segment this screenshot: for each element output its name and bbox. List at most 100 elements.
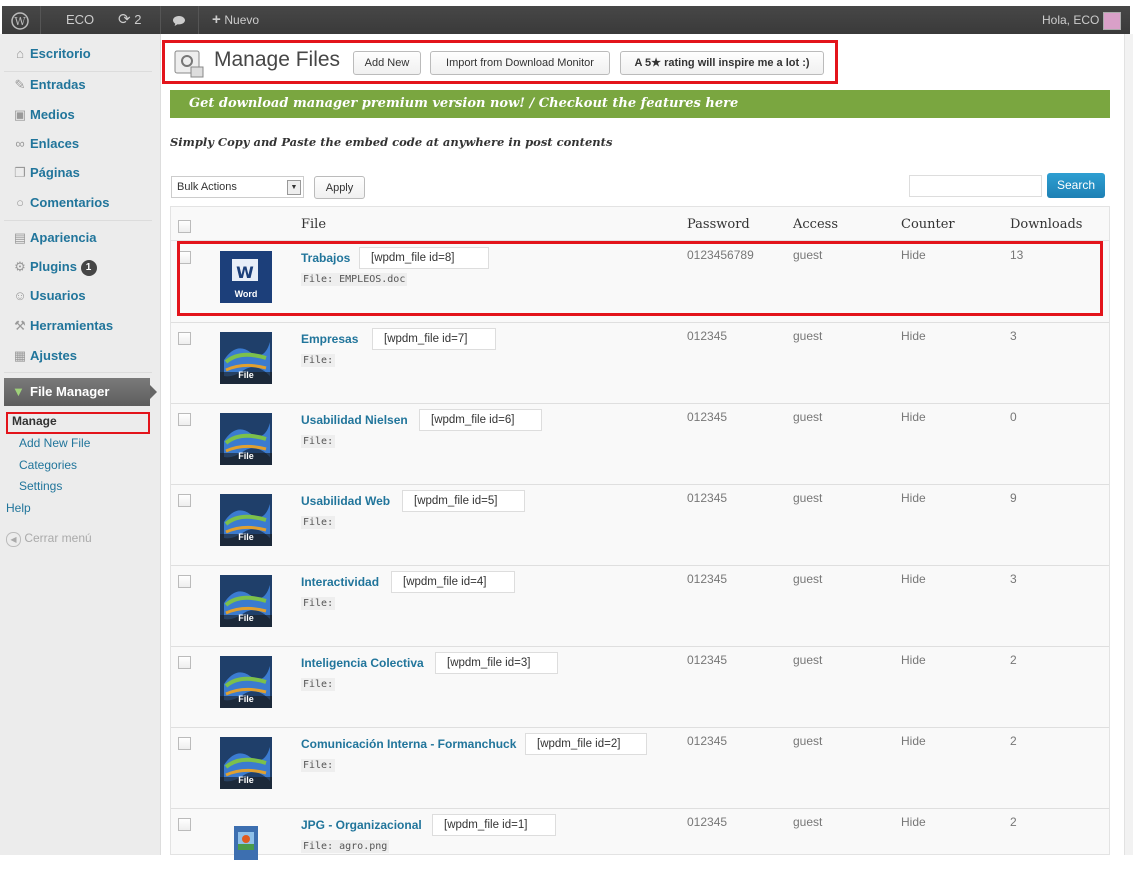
select-all-checkbox[interactable] [178,220,191,233]
sidebar-item-file-manager[interactable]: ▼ File Manager [4,378,157,406]
row-checkbox[interactable] [178,413,191,426]
tools-icon: ⚒ [14,318,26,333]
row-divider [171,646,1109,647]
row-checkbox[interactable] [178,494,191,507]
file-name-label: File: agro.png [301,840,390,853]
new-content-link[interactable]: + Nuevo [212,6,259,34]
embed-code-field[interactable]: [wpdm_file id=1] [432,814,556,836]
sidebar-item-label: Ajustes [30,348,77,363]
counter-cell: Hide [901,410,926,424]
sidebar-item-escritorio[interactable]: ⌂ Escritorio [4,41,152,67]
password-cell: 012345 [687,491,728,505]
file-manager-icon: ▼ [12,384,25,399]
password-cell: 012345 [687,734,728,748]
sidebar-item-label: Páginas [30,165,80,180]
file-title-link[interactable]: Usabilidad Nielsen [301,413,408,427]
row-divider [171,403,1109,404]
chevron-down-icon: ▼ [287,180,301,195]
counter-cell: Hide [901,329,926,343]
submenu-categories[interactable]: Categories [19,458,77,472]
submenu-help[interactable]: Help [6,501,31,515]
thumb-label: File [238,451,254,461]
file-title-link[interactable]: Comunicación Interna - Formanchuck [301,737,516,751]
sidebar-item-ajustes[interactable]: ▦ Ajustes [4,343,152,369]
bulk-actions-select[interactable]: Bulk Actions ▼ [171,176,304,198]
greeting-text: Hola, ECO [1042,13,1100,27]
file-title-link[interactable]: Interactividad [301,575,379,589]
sidebar-item-label: Medios [30,107,75,122]
access-cell: guest [793,815,823,829]
comments-icon[interactable] [172,6,186,34]
file-title-link[interactable]: Empresas [301,332,358,346]
updates-link[interactable]: ⟳ 2 [118,6,141,34]
embed-code-field[interactable]: [wpdm_file id=6] [419,409,542,431]
column-header-access: Access [793,217,838,232]
sidebar-item-usuarios[interactable]: ☺ Usuarios [4,283,152,309]
search-input[interactable] [909,175,1042,197]
image-icon [220,818,272,870]
submenu-settings[interactable]: Settings [19,479,62,493]
downloads-cell: 0 [1010,410,1017,424]
search-button[interactable]: Search [1047,173,1105,198]
thumb-label: File [238,694,254,704]
updates-count: 2 [134,12,142,27]
plugins-icon: ⚙ [14,259,26,274]
downloads-cell: 2 [1010,653,1017,667]
sidebar-item-comentarios[interactable]: ○ Comentarios [4,190,152,216]
collapse-arrow-icon: ◀ [6,532,21,547]
thumb-label: File [238,775,254,785]
sidebar-item-plugins[interactable]: ⚙ Plugins 1 [4,254,152,280]
embed-code-field[interactable]: [wpdm_file id=3] [435,652,558,674]
settings-icon: ▦ [13,348,27,363]
file-icon: File [220,332,272,384]
sidebar-item-paginas[interactable]: ❐ Páginas [4,160,152,186]
admin-bar-divider [40,6,41,34]
sidebar-item-apariencia[interactable]: ▤ Apariencia [4,225,152,251]
sidebar-item-label: Comentarios [30,195,110,210]
file-title-link[interactable]: JPG - Organizacional [301,818,422,832]
premium-promo-banner[interactable]: Get download manager premium version now… [170,90,1110,118]
collapse-menu-button[interactable]: ◀ Cerrar menú [6,531,92,547]
password-cell: 012345 [687,653,728,667]
row-checkbox[interactable] [178,737,191,750]
column-header-file[interactable]: File [301,217,326,232]
wordpress-logo-icon[interactable]: W [11,6,29,34]
submenu-manage[interactable]: Manage [12,414,57,428]
link-icon: ∞ [15,136,25,151]
row-checkbox[interactable] [178,818,191,831]
submenu-add-new-file[interactable]: Add New File [19,436,90,450]
access-cell: guest [793,734,823,748]
page-scrollbar[interactable] [1124,34,1133,855]
sidebar-item-label: Enlaces [30,136,80,151]
embed-code-field[interactable]: [wpdm_file id=7] [372,328,496,350]
row-checkbox[interactable] [178,575,191,588]
sidebar-item-enlaces[interactable]: ∞ Enlaces [4,131,152,157]
sidebar-item-herramientas[interactable]: ⚒ Herramientas [4,313,152,339]
file-name-label: File: [301,516,336,529]
add-new-button[interactable]: Add New [353,51,421,75]
file-icon: File [220,575,272,627]
row-checkbox[interactable] [178,332,191,345]
embed-code-field[interactable]: [wpdm_file id=2] [525,733,647,755]
user-greeting[interactable]: Hola, ECO [1042,6,1121,34]
plus-icon: + [212,11,221,28]
column-header-downloads: Downloads [1010,217,1083,232]
sidebar-item-label: Escritorio [30,46,91,61]
admin-bar-divider [198,6,199,34]
file-title-link[interactable]: Usabilidad Web [301,494,390,508]
import-download-monitor-button[interactable]: Import from Download Monitor [430,51,610,75]
sidebar-item-medios[interactable]: ▣ Medios [4,102,152,128]
manage-files-icon [173,47,205,79]
row-divider [171,484,1109,485]
file-title-link[interactable]: Inteligencia Colectiva [301,656,424,670]
embed-code-field[interactable]: [wpdm_file id=4] [391,571,515,593]
comment-icon: ○ [16,195,24,210]
refresh-icon: ⟳ [118,11,131,28]
rating-button[interactable]: A 5★ rating will inspire me a lot :) [620,51,824,75]
apply-button[interactable]: Apply [314,176,365,199]
embed-code-field[interactable]: [wpdm_file id=5] [402,490,525,512]
row-checkbox[interactable] [178,656,191,669]
sidebar-item-entradas[interactable]: ✎ Entradas [4,72,152,98]
site-name-link[interactable]: ECO [66,6,94,34]
downloads-cell: 2 [1010,734,1017,748]
